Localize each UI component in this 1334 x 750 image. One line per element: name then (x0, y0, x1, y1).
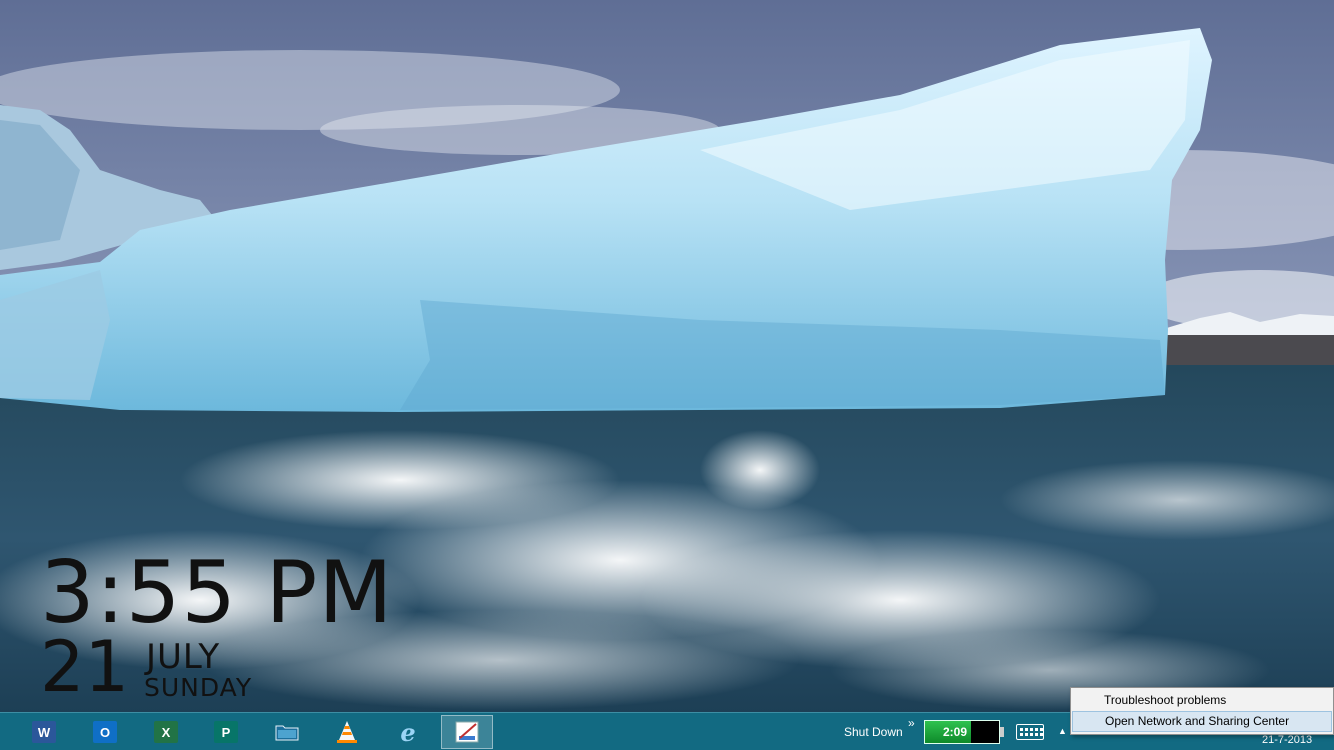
battery-meter[interactable]: 2:09 (924, 720, 1000, 744)
clock-month: JULY (146, 637, 221, 677)
battery-terminal (1000, 727, 1004, 737)
tray-date[interactable]: 21-7-2013 (1262, 734, 1312, 746)
excel-icon: X (154, 721, 178, 743)
menu-item-open-network-and-sharing-center[interactable]: Open Network and Sharing Center (1072, 711, 1332, 732)
show-hidden-icons-chevron-icon[interactable]: ▲ (1058, 726, 1067, 736)
clock-day: 21 (40, 626, 130, 708)
word-icon: W (32, 721, 56, 743)
taskbar-app-outlook[interactable]: O (79, 715, 131, 749)
toolbar-overflow-chevron-icon[interactable]: » (908, 716, 915, 730)
taskbar-app-vlc[interactable] (321, 715, 373, 749)
vlc-cone-icon (337, 721, 357, 743)
taskbar-app-word[interactable]: W (18, 715, 70, 749)
paint-icon (455, 721, 479, 743)
outlook-icon: O (93, 721, 117, 743)
publisher-icon: P (214, 721, 238, 743)
clock-time: 3:55 PM (40, 543, 394, 643)
taskbar-app-file-explorer[interactable] (261, 715, 313, 749)
taskbar-app-internet-explorer[interactable]: e (382, 715, 434, 749)
clock-weekday: SUNDAY (144, 673, 253, 702)
touch-keyboard-icon[interactable] (1016, 724, 1044, 740)
network-context-menu: Troubleshoot problems Open Network and S… (1070, 687, 1334, 735)
shutdown-button[interactable]: Shut Down (844, 725, 903, 739)
battery-time-remaining: 2:09 (942, 725, 968, 739)
taskbar-app-excel[interactable]: X (140, 715, 192, 749)
folder-icon (275, 725, 299, 741)
menu-item-troubleshoot-problems[interactable]: Troubleshoot problems (1072, 690, 1332, 711)
internet-explorer-icon: e (400, 717, 416, 747)
taskbar-app-publisher[interactable]: P (200, 715, 252, 749)
taskbar-app-paint[interactable] (441, 715, 493, 749)
